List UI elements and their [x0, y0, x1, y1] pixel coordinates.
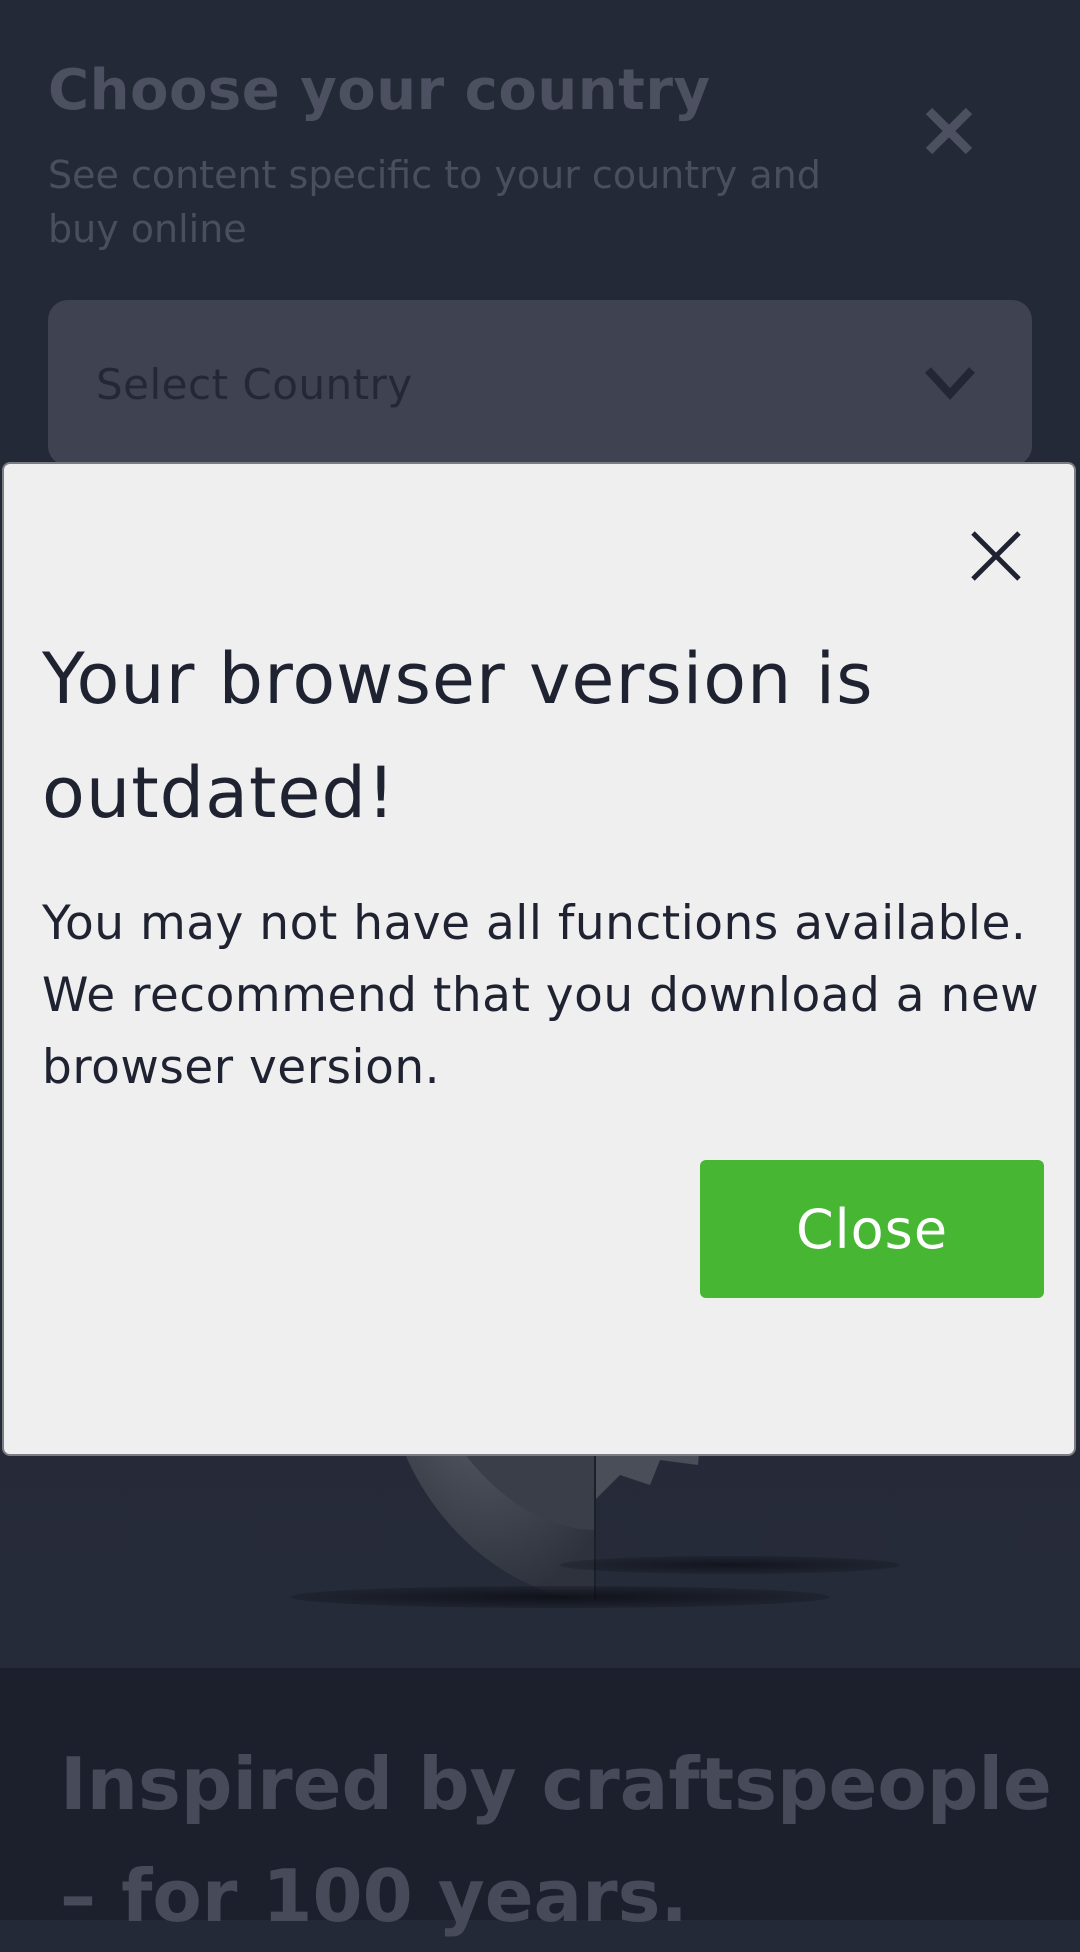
close-icon	[971, 531, 1021, 581]
close-icon	[925, 107, 973, 155]
chevron-down-icon	[925, 367, 975, 400]
page-headline: Inspired by craftspeople – for 100 years…	[60, 1742, 1052, 1938]
country-select-placeholder: Select Country	[96, 360, 413, 409]
country-chooser-close-button[interactable]	[914, 96, 984, 166]
saw-blade-shadow	[290, 1586, 830, 1608]
country-chooser-title: Choose your country	[48, 58, 711, 123]
dialog-message: You may not have all functions available…	[42, 896, 1040, 1095]
close-button[interactable]: Close	[700, 1160, 1044, 1298]
saw-blade-shadow-secondary	[560, 1556, 900, 1574]
dialog-close-button[interactable]	[962, 522, 1030, 590]
country-chooser-subtitle: See content specific to your country and…	[48, 153, 821, 251]
country-chooser-panel: Choose your country See content specific…	[0, 0, 1080, 470]
country-select-dropdown[interactable]: Select Country	[48, 300, 1032, 466]
browser-outdated-dialog: Your browser version is outdated! You ma…	[2, 462, 1076, 1456]
dialog-title: Your browser version is outdated!	[42, 638, 874, 834]
